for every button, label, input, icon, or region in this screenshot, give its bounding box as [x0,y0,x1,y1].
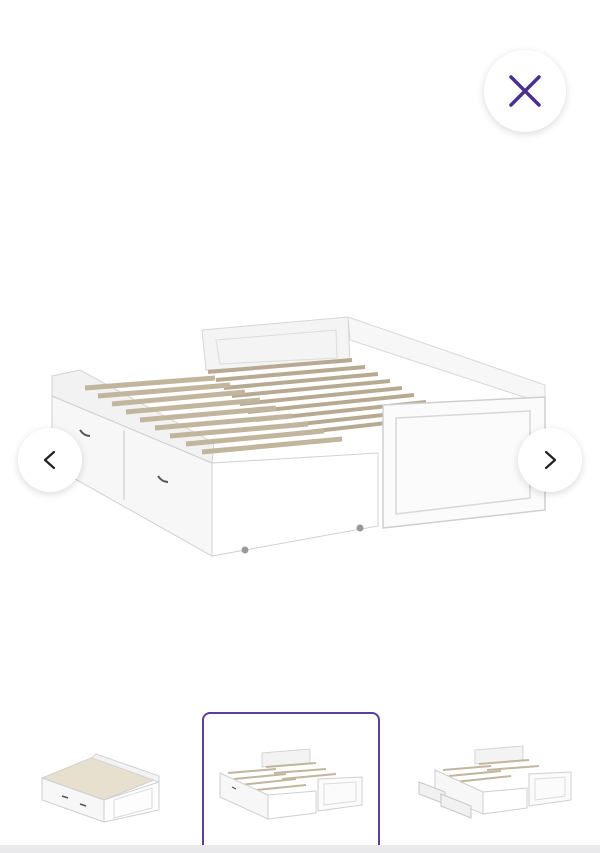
main-product-image [51,316,546,557]
chevron-right-icon [544,450,557,470]
close-button[interactable] [484,50,566,132]
previous-image-button[interactable] [18,428,82,492]
thumbnail-strip [0,712,600,853]
thumbnail-image [418,744,572,819]
thumbnail-2[interactable] [202,712,380,853]
chevron-left-icon [43,450,56,470]
thumbnail-image [40,752,161,823]
close-icon [509,75,541,107]
image-viewer [0,0,600,853]
thumbnail-image [219,747,363,820]
next-image-button[interactable] [518,428,582,492]
thumbnail-1[interactable] [10,712,188,853]
bottom-scroll-bar [0,845,600,853]
thumbnail-3[interactable] [406,712,584,853]
